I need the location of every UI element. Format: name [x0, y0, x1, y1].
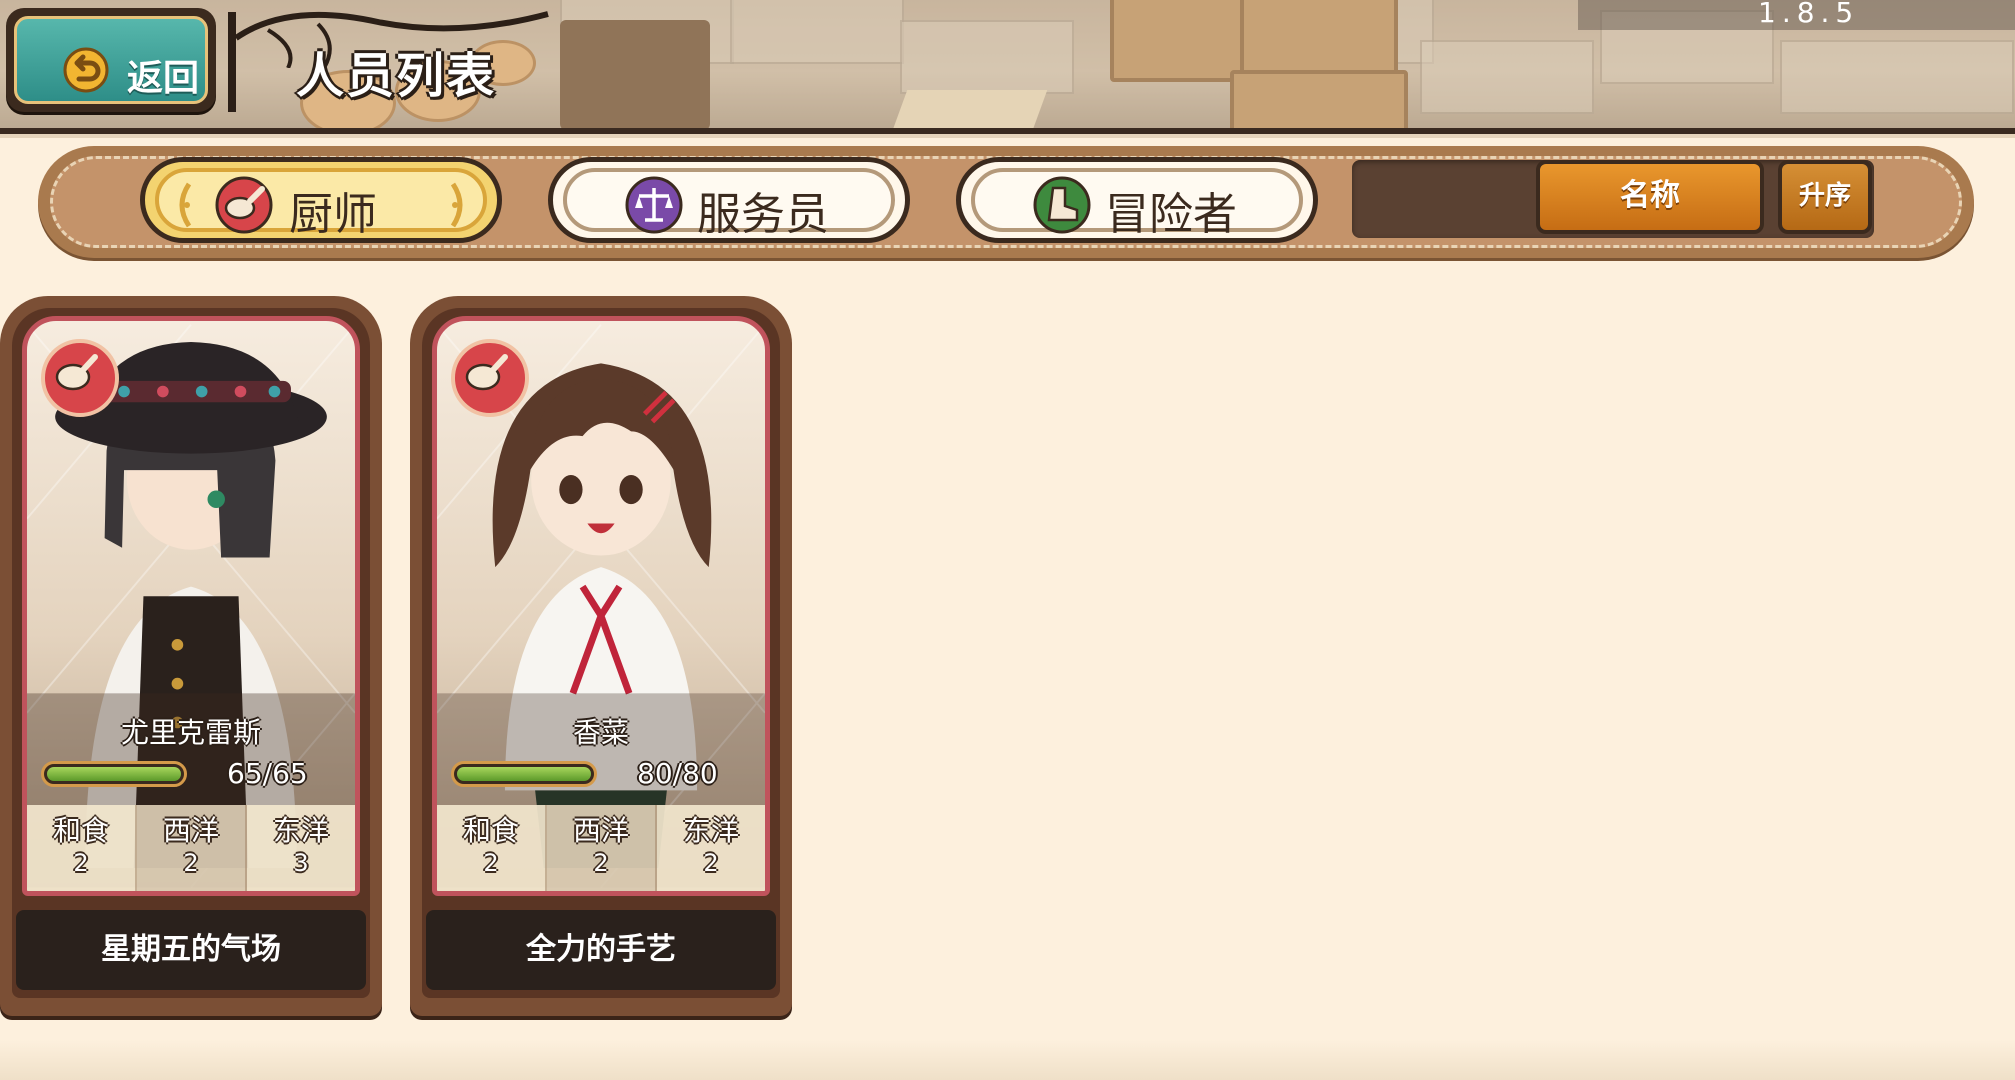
chef-badge: [451, 339, 529, 417]
character-name: 香菜: [572, 716, 629, 749]
character-name: 尤里克雷斯: [120, 716, 261, 749]
back-button-label: 返回: [127, 58, 200, 99]
tab-chef-label: 厨师: [289, 189, 377, 240]
sort-field-button[interactable]: 名称: [1536, 160, 1764, 234]
tab-chef[interactable]: 厨师: [140, 157, 502, 243]
tab-waiter[interactable]: 服务员: [548, 157, 910, 243]
version-label: 1.8.5: [1578, 0, 2015, 30]
frying-pan-icon: [55, 354, 98, 391]
bottom-edge: [0, 1040, 2015, 1080]
divider: [0, 134, 2015, 138]
stamina-bar: [451, 761, 597, 787]
boot-icon: [1033, 176, 1091, 234]
staff-card[interactable]: 尤里克雷斯 65/65 和食 2 西洋 2 东洋 3 星期五的气场: [0, 296, 382, 1016]
page-title-plate: 人员列表: [228, 8, 558, 112]
frying-pan-icon: [465, 354, 508, 391]
scales-icon: [625, 176, 683, 234]
stamina-fill: [47, 767, 181, 781]
tab-adventurer-label: 冒险者: [1105, 189, 1237, 240]
stamina-bar: [41, 761, 187, 787]
character-portrait: 尤里克雷斯 65/65 和食 2 西洋 2 东洋 3: [22, 316, 360, 896]
tab-waiter-label: 服务员: [697, 189, 829, 240]
stat-western: 西洋 2: [137, 805, 247, 891]
skill-label: 星期五的气场: [16, 910, 366, 990]
skill-label: 全力的手艺: [426, 910, 776, 990]
stat-eastern: 东洋 3: [247, 805, 355, 891]
decor-icon: [450, 182, 463, 228]
frying-pan-icon: [215, 176, 273, 234]
page-title: 人员列表: [296, 48, 497, 104]
return-arrow-icon: [63, 47, 109, 93]
stamina-text: 80/80: [637, 757, 718, 790]
stat-japanese: 和食 2: [437, 805, 547, 891]
character-portrait: 香菜 80/80 和食 2 西洋 2 东洋 2: [432, 316, 770, 896]
sort-order-button[interactable]: 升序: [1778, 160, 1872, 234]
staff-card[interactable]: 香菜 80/80 和食 2 西洋 2 东洋 2 全力的手艺: [410, 296, 792, 1016]
stamina-text: 65/65: [227, 757, 308, 790]
back-button[interactable]: 返回: [6, 8, 216, 112]
cuisine-stats: 和食 2 西洋 2 东洋 2: [437, 805, 765, 891]
stat-western: 西洋 2: [547, 805, 657, 891]
decor-icon: [179, 182, 192, 228]
stat-eastern: 东洋 2: [657, 805, 765, 891]
cuisine-stats: 和食 2 西洋 2 东洋 3: [27, 805, 355, 891]
stat-japanese: 和食 2: [27, 805, 137, 891]
stamina-fill: [457, 767, 591, 781]
chef-badge: [41, 339, 119, 417]
tab-adventurer[interactable]: 冒险者: [956, 157, 1318, 243]
